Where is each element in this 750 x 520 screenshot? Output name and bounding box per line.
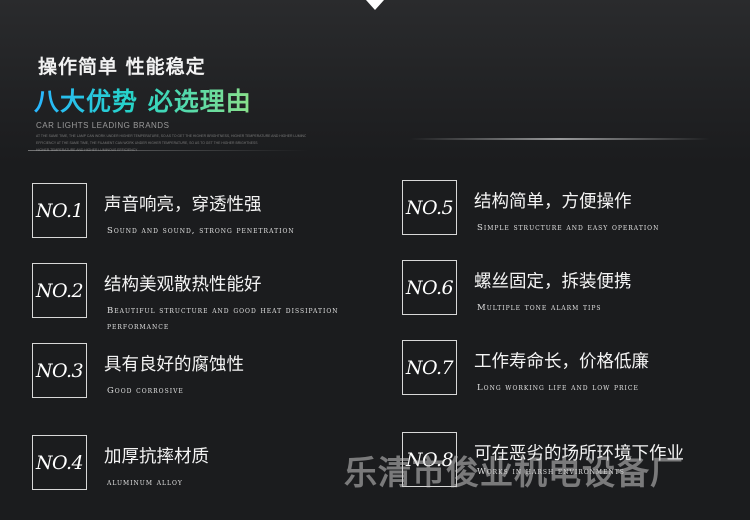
brand-caption: CAR LIGHTS LEADING BRANDS: [36, 121, 170, 130]
feature-description: Sound and sound, strong penetration: [107, 226, 295, 236]
down-arrow-icon: [366, 0, 384, 10]
feature-title: 工作寿命长，价格低廉: [474, 352, 649, 372]
fine-print-line: EFFICIENCY AT THE SAME TIME, THE FILAMEN…: [36, 141, 258, 145]
feature-number-badge: NO.6: [402, 260, 457, 315]
feature-title: 声音响亮，穿透性强: [104, 195, 262, 215]
subtitle: 操作简单 性能稳定: [38, 56, 206, 78]
feature-number-badge: NO.1: [32, 183, 87, 238]
feature-title: 加厚抗摔材质: [104, 447, 209, 467]
feature-number-badge: NO.2: [32, 263, 87, 318]
light-streak: [410, 138, 710, 140]
feature-description: Beautiful structure and good heat dissip…: [107, 306, 339, 332]
feature-number-badge: NO.5: [402, 180, 457, 235]
feature-title: 结构美观散热性能好: [104, 275, 262, 295]
watermark: 乐清市俊业机电设备厂: [344, 453, 684, 492]
divider-line: [28, 150, 308, 151]
feature-description: Simple structure and easy operation: [477, 223, 660, 233]
feature-description: aluminum alloy: [107, 478, 183, 488]
feature-title: 具有良好的腐蚀性: [104, 355, 244, 375]
feature-title: 螺丝固定，拆装便携: [474, 272, 632, 292]
feature-number-badge: NO.7: [402, 340, 457, 395]
feature-number-badge: NO.3: [32, 343, 87, 398]
feature-description: Long working life and low price: [477, 383, 639, 393]
feature-title: 结构简单，方便操作: [474, 192, 632, 212]
headline: 八大优势 必选理由: [34, 82, 252, 118]
feature-number-badge: NO.4: [32, 435, 87, 490]
feature-description: Multiple tone alarm tips: [477, 303, 602, 313]
fine-print-line: AT THE SAME TIME, THE LAMP CAN WORK UNDE…: [36, 134, 306, 138]
feature-description: Good corrosive: [107, 386, 184, 396]
